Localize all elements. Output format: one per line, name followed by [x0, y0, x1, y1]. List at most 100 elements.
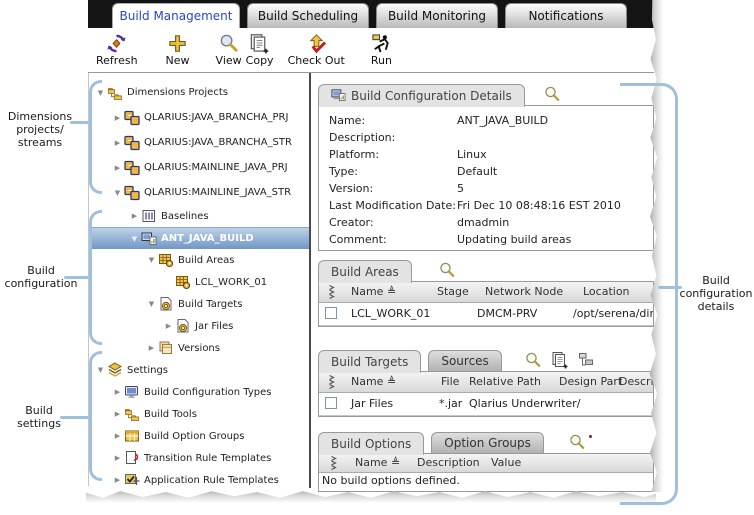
sort-ascending-icon: ≜: [387, 375, 396, 388]
filter-icon[interactable]: [329, 455, 339, 471]
collapse-arrow-icon[interactable]: ▶: [112, 139, 123, 147]
sort-ascending-icon: ≜: [387, 285, 396, 298]
new-button[interactable]: New: [166, 33, 190, 67]
details-tab-label: Build Configuration Details: [351, 89, 512, 103]
column-header-file[interactable]: File: [441, 375, 459, 388]
tree-item-qlarius-java-brancha-prj[interactable]: ▶ QLARIUS:JAVA_BRANCHA_PRJ: [89, 105, 309, 130]
field-label: Creator:: [329, 216, 457, 229]
table-row[interactable]: LCL_WORK_01 DMCM-PRV /opt/serena/dimens: [319, 303, 653, 326]
field-label: Description:: [329, 131, 457, 144]
tree-item-settings[interactable]: ▼ Settings: [89, 359, 309, 381]
copy-target-icon[interactable]: [551, 351, 569, 369]
expand-arrow-icon[interactable]: ▼: [146, 300, 157, 308]
tree-panel-divider[interactable]: [309, 73, 311, 488]
search-icon[interactable]: [568, 433, 586, 451]
check-out-icon: [306, 33, 327, 54]
cell-name: LCL_WORK_01: [351, 307, 430, 320]
tab-build-scheduling[interactable]: Build Scheduling: [247, 3, 369, 28]
collapse-arrow-icon[interactable]: ▶: [112, 454, 123, 462]
tree-item-versions[interactable]: ▶ Versions: [89, 337, 309, 359]
expand-arrow-icon[interactable]: ▼: [129, 235, 140, 243]
tree-item-baselines[interactable]: ▶ Baselines: [89, 205, 309, 227]
projects-callout-bracket: [89, 80, 102, 194]
collapse-arrow-icon[interactable]: ▶: [112, 164, 123, 172]
collapse-arrow-icon[interactable]: ▶: [146, 344, 157, 352]
field-label: Version:: [329, 182, 457, 195]
collapse-arrow-icon[interactable]: ▶: [112, 476, 123, 484]
tree-item-transition-rule-templates[interactable]: ▶ Transition Rule Templates: [89, 447, 309, 469]
filter-icon[interactable]: [327, 284, 337, 300]
tree-item-lcl-work-01[interactable]: LCL_WORK_01: [89, 271, 309, 293]
tree-item-label: Jar Files: [195, 321, 233, 332]
search-icon[interactable]: [524, 351, 542, 369]
expand-arrow-icon[interactable]: ▼: [146, 256, 157, 264]
tree-item-qlarius-mainline-java-str[interactable]: ▼ QLARIUS:MAINLINE_JAVA_STR: [89, 180, 309, 205]
main-tab-bar: Build Management Build Scheduling Build …: [88, 0, 654, 28]
refresh-button[interactable]: Refresh: [96, 33, 138, 67]
collapse-arrow-icon[interactable]: ▶: [112, 388, 123, 396]
column-header-name[interactable]: Name ≜: [351, 375, 396, 388]
tree-item-label: Build Areas: [178, 255, 235, 266]
build-options-panel: Build Options Option Groups Name ≜ Descr…: [318, 430, 654, 492]
tab-build-configuration-details[interactable]: Build Configuration Details: [318, 84, 525, 107]
stream-icon: [124, 110, 140, 126]
copy-button[interactable]: Copy: [246, 33, 274, 67]
tree-item-build-targets[interactable]: ▼ Build Targets: [89, 293, 309, 315]
tab-build-targets[interactable]: Build Targets: [318, 350, 421, 373]
field-value: Updating build areas: [457, 233, 571, 246]
collapse-arrow-icon[interactable]: ▶: [112, 432, 123, 440]
collapse-arrow-icon[interactable]: ▶: [112, 114, 123, 122]
build-configuration-details-panel: Build Configuration Details Name:ANT_JAV…: [318, 82, 654, 251]
tree-item-build-tools[interactable]: ▶ Build Tools: [89, 403, 309, 425]
tab-build-areas[interactable]: Build Areas: [318, 260, 412, 283]
column-header-description[interactable]: Description: [417, 456, 480, 469]
tab-sources[interactable]: Sources: [428, 350, 501, 372]
tree-item-label: Build Option Groups: [144, 431, 245, 442]
tree-item-build-configuration-types[interactable]: ▶ Build Configuration Types: [89, 381, 309, 403]
view-button[interactable]: View: [216, 33, 242, 67]
collapse-arrow-icon[interactable]: ▶: [129, 212, 140, 220]
tree-item-application-rule-templates[interactable]: ▶ Application Rule Templates: [89, 469, 309, 491]
tree-item-dimensions-projects[interactable]: ▼ Dimensions Projects: [89, 80, 309, 105]
check-out-button[interactable]: Check Out: [288, 33, 345, 67]
tree-item-jar-files[interactable]: ▶ Jar Files: [89, 315, 309, 337]
search-icon[interactable]: [543, 85, 561, 103]
folder-tree-icon[interactable]: [578, 351, 596, 369]
tree-item-build-option-groups[interactable]: ▶ Build Option Groups: [89, 425, 309, 447]
search-icon[interactable]: [438, 261, 456, 279]
cell-file: *.jar: [439, 397, 462, 410]
tab-option-groups[interactable]: Option Groups: [431, 432, 544, 454]
row-checkbox[interactable]: [325, 397, 337, 409]
cell-name: Jar Files: [351, 397, 393, 410]
refresh-label: Refresh: [96, 54, 138, 67]
column-header-relative-path[interactable]: Relative Path: [469, 375, 541, 388]
tab-build-management[interactable]: Build Management: [112, 3, 240, 28]
column-header-name[interactable]: Name ≜: [351, 285, 396, 298]
collapse-arrow-icon[interactable]: ▶: [163, 322, 174, 330]
column-header-value[interactable]: Value: [491, 456, 521, 469]
collapse-arrow-icon[interactable]: ▶: [112, 410, 123, 418]
tree-item-build-areas[interactable]: ▼ Build Areas: [89, 249, 309, 271]
table-row[interactable]: Jar Files *.jar Qlarius Underwriter/: [319, 393, 653, 416]
filter-icon[interactable]: [327, 374, 337, 390]
run-icon: [371, 33, 392, 54]
areas-table: Name ≜ Stage Network Node Location LCL_W…: [318, 281, 654, 327]
tree-item-ant-java-build-selected[interactable]: ▼ ANT_JAVA_BUILD: [89, 227, 309, 249]
column-header-network-node[interactable]: Network Node: [485, 285, 563, 298]
tree-item-qlarius-mainline-java-prj[interactable]: ▶ QLARIUS:MAINLINE_JAVA_PRJ: [89, 155, 309, 180]
column-header-design-part[interactable]: Design Part: [559, 375, 622, 388]
tab-build-monitoring[interactable]: Build Monitoring: [376, 3, 498, 28]
tab-build-options[interactable]: Build Options: [318, 432, 424, 455]
tree-item-qlarius-java-brancha-str[interactable]: ▶ QLARIUS:JAVA_BRANCHA_STR: [89, 130, 309, 155]
column-header-stage[interactable]: Stage: [437, 285, 469, 298]
copy-label: Copy: [246, 54, 274, 67]
row-checkbox[interactable]: [325, 307, 337, 319]
column-header-name[interactable]: Name ≜: [355, 456, 400, 469]
details-callout-bracket: [620, 83, 678, 505]
expand-arrow-icon[interactable]: ▼: [112, 189, 123, 197]
run-button[interactable]: Run: [371, 33, 392, 67]
field-value: ANT_JAVA_BUILD: [457, 114, 548, 127]
search-dot: [589, 435, 592, 438]
tab-notifications[interactable]: Notifications: [505, 3, 627, 28]
build-area-icon: [158, 252, 174, 268]
